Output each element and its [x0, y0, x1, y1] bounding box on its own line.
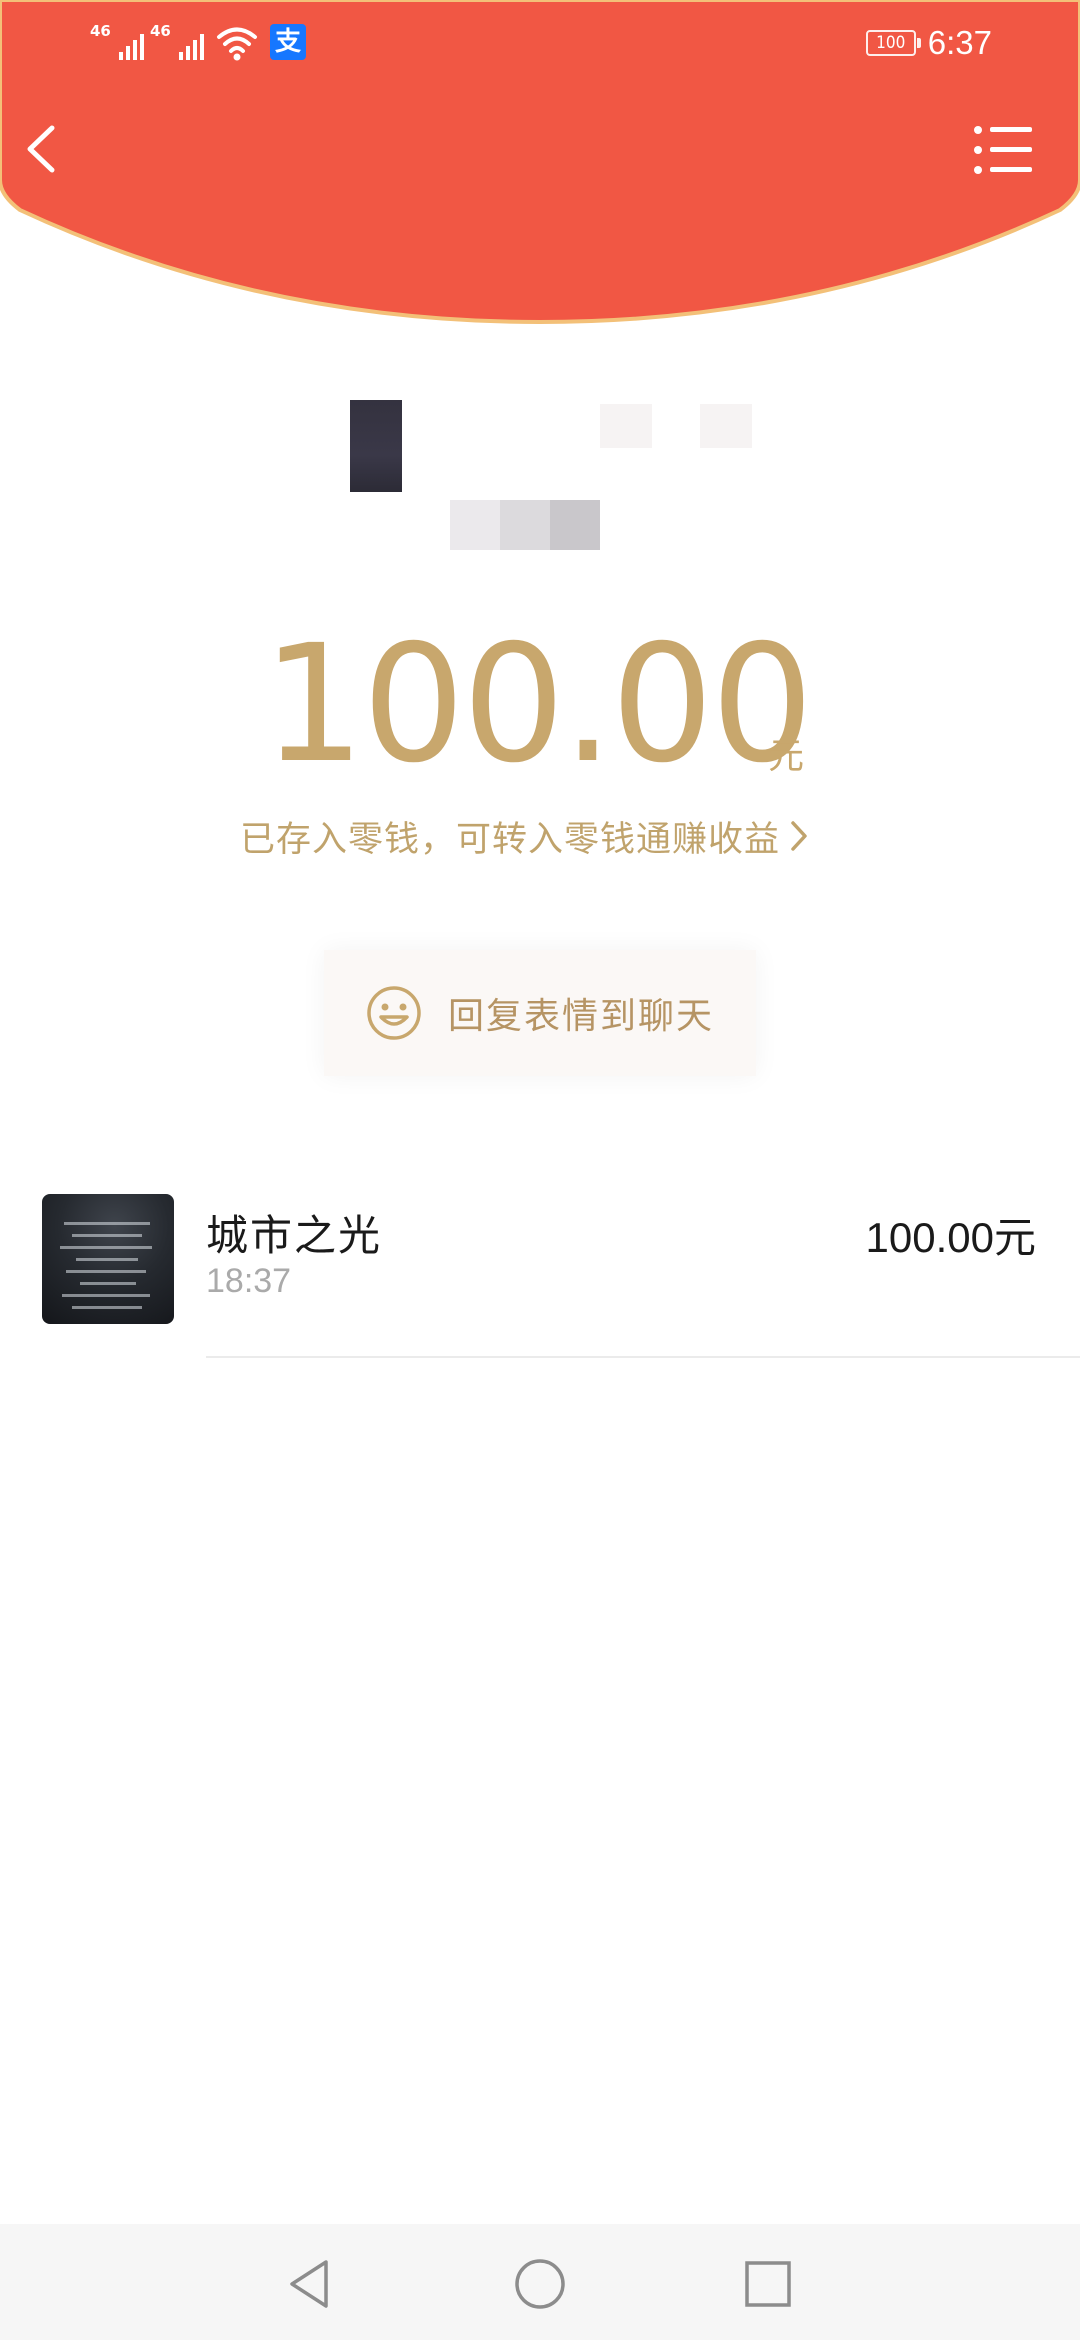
wifi-icon — [217, 27, 257, 61]
cellular-signal-icon: 46 — [150, 22, 204, 62]
circle-home-icon — [515, 2259, 565, 2309]
receiver-list-item[interactable]: 城市之光 18:37 100.00元 — [0, 1190, 1080, 1358]
smile-icon — [367, 986, 421, 1040]
network-type-label: 46 — [150, 22, 171, 40]
menu-list-icon — [974, 126, 1032, 174]
nav-recents-button[interactable] — [738, 2254, 798, 2314]
status-bar: 46 46 支 100 6:37 — [0, 0, 1080, 82]
more-menu-button[interactable] — [970, 122, 1036, 178]
square-recents-icon — [745, 2261, 791, 2307]
amount-unit: 元 — [768, 736, 805, 777]
change-deposit-link[interactable]: 已存入零钱，可转入零钱通赚收益 — [240, 806, 810, 866]
status-time: 6:37 — [927, 24, 992, 61]
receiver-avatar — [42, 1194, 174, 1324]
alipay-icon: 支 — [270, 24, 306, 60]
reply-sticker-label: 回复表情到聊天 — [448, 996, 715, 1037]
packet-amount: 100.00 — [262, 611, 814, 799]
chevron-left-icon — [27, 125, 55, 173]
redaction-mosaic — [600, 404, 652, 448]
cellular-signal-icon: 46 — [90, 22, 144, 62]
triangle-back-icon — [290, 2260, 328, 2308]
receiver-amount: 100.00元 — [865, 1214, 1036, 1261]
amount-row: 100.00 元 — [0, 620, 1080, 790]
nav-back-button[interactable] — [280, 2254, 340, 2314]
back-button[interactable] — [14, 118, 74, 180]
receive-time: 18:37 — [206, 1262, 292, 1300]
change-deposit-text: 已存入零钱，可转入零钱通赚收益 — [240, 819, 781, 860]
sender-avatar — [350, 400, 402, 492]
system-nav-bar — [0, 2224, 1080, 2340]
receiver-name: 城市之光 — [206, 1211, 383, 1260]
network-type-label: 46 — [90, 22, 111, 40]
chevron-right-icon — [791, 821, 807, 851]
redaction-mosaic — [700, 404, 752, 448]
sender-name-redacted — [450, 500, 600, 550]
divider — [206, 1356, 1080, 1358]
reply-sticker-button[interactable]: 回复表情到聊天 — [324, 950, 756, 1076]
battery-icon: 100 — [865, 30, 921, 56]
nav-home-button[interactable] — [510, 2254, 570, 2314]
